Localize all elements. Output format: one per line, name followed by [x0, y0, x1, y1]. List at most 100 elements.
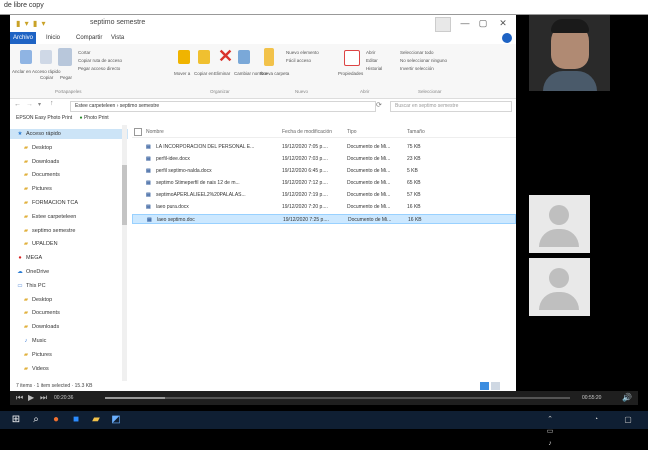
photo-print-link[interactable]: Photo Print: [84, 115, 109, 121]
quick-access-toolbar-icon[interactable]: ▮ ▾ ▮ ▾: [16, 19, 47, 28]
nav-item[interactable]: ▰ Videos: [10, 364, 134, 374]
network-icon[interactable]: ◔: [590, 414, 602, 426]
seek-bar[interactable]: [105, 397, 570, 399]
avatar-head-icon: [549, 268, 569, 288]
file-explorer-icon[interactable]: ▰: [90, 414, 102, 426]
next-button[interactable]: ⏭: [40, 393, 47, 403]
back-icon[interactable]: ←: [14, 101, 21, 108]
properties-icon[interactable]: [344, 50, 360, 66]
app-icon[interactable]: ◩: [110, 414, 122, 426]
nav-scrollbar[interactable]: [122, 125, 127, 381]
move-to-icon[interactable]: [178, 50, 190, 64]
select-all-button[interactable]: Seleccionar todo: [400, 50, 434, 55]
tab-home[interactable]: Inicio: [40, 32, 66, 44]
copy-path-label[interactable]: Copiar ruta de acceso: [78, 58, 122, 63]
epson-easy-photo-print[interactable]: EPSON Easy Photo Print: [16, 115, 72, 121]
file-row[interactable]: ▤ LA INCORPORACION DEL PERSONAL E... 19/12…: [132, 142, 516, 152]
column-size[interactable]: Tamaño: [407, 127, 425, 137]
select-all-checkbox[interactable]: [134, 128, 142, 136]
file-name: laeo septimo.doc: [157, 217, 195, 223]
tab-file[interactable]: Archivo: [10, 32, 36, 44]
rename-icon[interactable]: [238, 50, 250, 64]
search-input[interactable]: Buscar en septimo semestre: [390, 101, 512, 112]
nav-item[interactable]: ▰ Documents: [10, 170, 134, 180]
recent-icon[interactable]: ▾: [38, 101, 41, 108]
titlebar-button[interactable]: [435, 17, 451, 32]
play-button[interactable]: ▶: [28, 393, 34, 402]
easy-access-button[interactable]: Fácil acceso: [286, 58, 311, 63]
nav-item[interactable]: ▰ Pictures: [10, 350, 134, 360]
file-date: 19/12/2020 6:45 p....: [282, 168, 328, 174]
participant-tile[interactable]: [529, 195, 590, 253]
file-row[interactable]: ▤ perfil-idee.docx 19/12/2020 7:03 p.... Do…: [132, 154, 516, 164]
cut-label[interactable]: Cortar: [78, 50, 91, 55]
address-input[interactable]: Estee carpeteleen › septimo semestre: [70, 101, 376, 112]
tiles-view-button[interactable]: [491, 382, 500, 390]
file-row[interactable]: ▤ septimoAPERLALIEEL2%20PALALAS... 19/12/2…: [132, 190, 516, 200]
chrome-icon[interactable]: ●: [50, 414, 62, 426]
details-view-button[interactable]: [480, 382, 489, 390]
tab-view[interactable]: Vista: [105, 32, 130, 44]
select-none-button[interactable]: No seleccionar ninguno: [400, 58, 447, 63]
help-icon[interactable]: [502, 33, 512, 43]
search-icon[interactable]: ⌕: [30, 414, 42, 426]
nav-scroll-thumb[interactable]: [122, 165, 127, 225]
delete-icon[interactable]: ✕: [218, 46, 233, 66]
folder-icon: ▰: [23, 213, 29, 220]
app-icon[interactable]: ■: [70, 414, 82, 426]
copy-to-icon[interactable]: [198, 50, 210, 64]
nav-item[interactable]: ▰ Downloads: [10, 157, 134, 167]
invert-selection-button[interactable]: Invertir selección: [400, 66, 434, 71]
file-row[interactable]: ▤ laeo septimo.doc 19/12/2020 7:25 p.... Do…: [132, 214, 516, 224]
nav-item[interactable]: ● MEGA: [10, 253, 128, 263]
nav-item[interactable]: ☁ OneDrive: [10, 267, 128, 277]
new-item-button[interactable]: Nuevo elemento: [286, 50, 319, 55]
nav-item[interactable]: ▰ FORMACION TCA: [10, 198, 134, 208]
nav-item[interactable]: ▰ Downloads: [10, 322, 134, 332]
status-bar: 7 items · 1 item selected · 15.3 KB: [10, 381, 516, 391]
column-date[interactable]: Fecha de modificación: [282, 127, 332, 137]
nav-item[interactable]: ♪ Music: [10, 336, 134, 346]
history-button[interactable]: Historial: [366, 66, 382, 71]
new-folder-icon[interactable]: [264, 48, 274, 66]
prev-button[interactable]: ⏮: [16, 393, 23, 403]
column-type[interactable]: Tipo: [347, 127, 357, 137]
file-doc-icon: ▤: [146, 156, 151, 162]
volume-icon[interactable]: 🔊: [622, 393, 632, 402]
forward-icon[interactable]: →: [26, 101, 33, 108]
nav-item[interactable]: ▰ Pictures: [10, 184, 134, 194]
file-doc-icon: ▤: [147, 217, 152, 223]
file-row[interactable]: ▤ laeo pura.docx 19/12/2020 7:20 p.... Docu…: [132, 202, 516, 212]
folder-icon: ▰: [23, 310, 29, 317]
refresh-icon[interactable]: ⟳: [376, 101, 382, 109]
nav-item[interactable]: ▰ Estee carpeteleen: [10, 212, 134, 222]
tab-share[interactable]: Compartir: [70, 32, 108, 44]
column-name[interactable]: Nombre: [146, 127, 164, 137]
nav-item[interactable]: ▰ Desktop: [10, 295, 134, 305]
paste-icon[interactable]: [58, 48, 72, 66]
file-row[interactable]: ▤ septimo Stimeperfil de nais 12 de m... 1…: [132, 178, 516, 188]
nav-item[interactable]: ▭ This PC: [10, 281, 128, 291]
file-type: Documento de Mi...: [347, 168, 391, 174]
tray-icons[interactable]: ⌃ ▭ ♪: [544, 414, 556, 447]
notifications-icon[interactable]: ▢: [622, 414, 634, 426]
nav-item[interactable]: ▰ septimo semestre: [10, 226, 134, 236]
nav-item[interactable]: ▰ UPALDEN: [10, 239, 134, 249]
up-icon[interactable]: ↑: [50, 100, 54, 107]
nav-item[interactable]: ★ Acceso rápido: [10, 129, 128, 139]
edit-button[interactable]: Editar: [366, 58, 378, 63]
file-row[interactable]: ▤ perfil septimo-nalda.docx 19/12/2020 6:4…: [132, 166, 516, 176]
participant-tile[interactable]: [529, 258, 590, 316]
close-button[interactable]: ✕: [492, 17, 514, 30]
avatar-head-icon: [549, 205, 569, 225]
nav-item[interactable]: ▰ Desktop: [10, 143, 134, 153]
start-icon[interactable]: ⊞: [10, 414, 22, 426]
pin-icon[interactable]: [20, 50, 32, 64]
folder-icon: ▰: [23, 241, 29, 248]
folder-icon: ▰: [23, 200, 29, 206]
open-button[interactable]: Abrir: [366, 50, 376, 55]
paste-shortcut-label[interactable]: Pegar acceso directo: [78, 66, 120, 71]
nav-item[interactable]: ▰ Documents: [10, 308, 134, 318]
copy-icon[interactable]: [40, 50, 52, 64]
maximize-button[interactable]: ▢: [472, 17, 494, 30]
